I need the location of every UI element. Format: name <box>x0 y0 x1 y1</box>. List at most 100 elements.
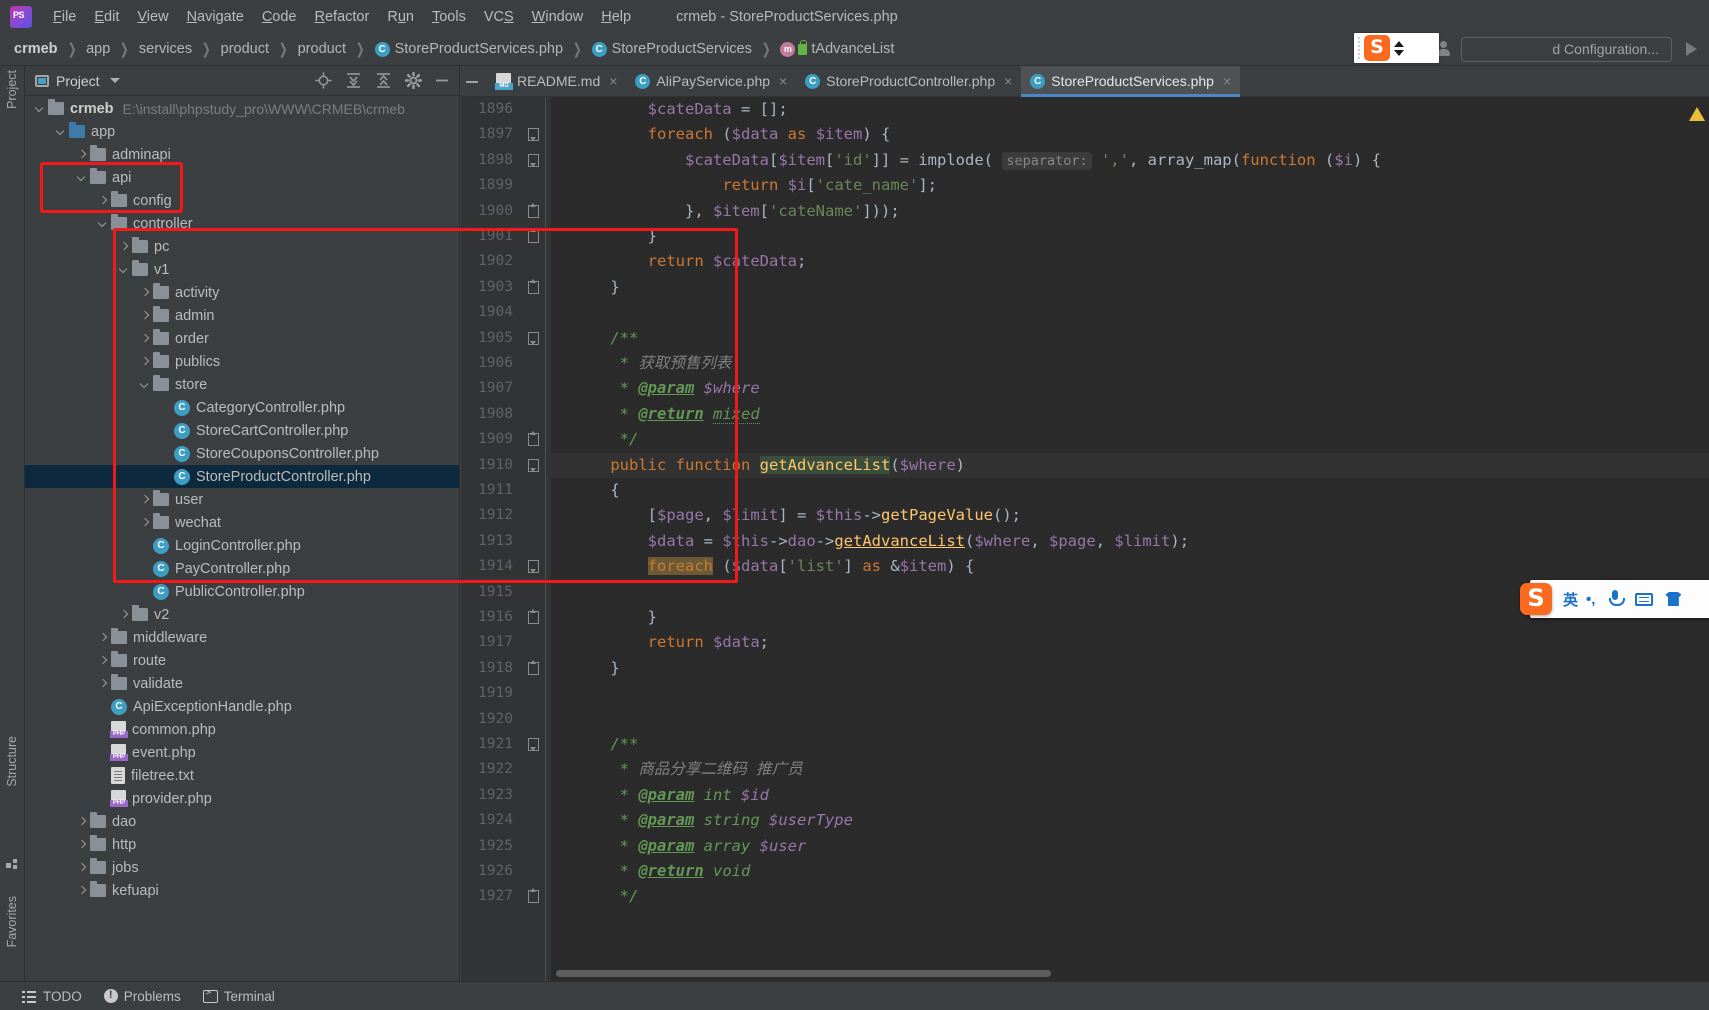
tree-node-validate[interactable]: validate <box>25 672 459 695</box>
chevron-right-icon[interactable] <box>138 355 151 368</box>
tree-node-publics[interactable]: publics <box>25 350 459 373</box>
code-line[interactable]: /** <box>551 326 1709 351</box>
tree-node-eventphp[interactable]: event.php <box>25 741 459 764</box>
code-fold-open-icon[interactable] <box>528 458 539 472</box>
code-fold-openend-icon[interactable] <box>528 659 539 675</box>
tree-node-crmeb[interactable]: crmeb E:\install\phpstudy_pro\WWW\CRMEB\c… <box>25 97 459 120</box>
sidebar-item-favorites[interactable]: Favorites <box>5 896 19 947</box>
sogou-logo-icon[interactable]: S <box>1364 35 1390 61</box>
tree-node-user[interactable]: user <box>25 488 459 511</box>
code-fold-open-icon[interactable] <box>528 331 539 345</box>
chevron-down-icon[interactable] <box>138 378 151 391</box>
chevron-right-icon[interactable] <box>117 240 130 253</box>
sogou-ime-mini-widget[interactable]: S <box>1354 33 1439 63</box>
chevron-down-icon[interactable] <box>75 171 88 184</box>
project-file-tree[interactable]: crmeb E:\install\phpstudy_pro\WWW\CRMEB\c… <box>25 97 459 981</box>
code-line[interactable] <box>551 300 1709 325</box>
close-icon[interactable]: × <box>609 73 617 89</box>
chevron-down-icon[interactable] <box>33 102 46 115</box>
tree-node-middleware[interactable]: middleware <box>25 626 459 649</box>
tree-node-dao[interactable]: dao <box>25 810 459 833</box>
tree-node-providerphp[interactable]: provider.php <box>25 787 459 810</box>
menu-item-code[interactable]: Code <box>253 6 306 28</box>
code-line[interactable]: $cateData = []; <box>551 97 1709 122</box>
chevron-right-icon[interactable] <box>96 631 109 644</box>
tree-node-v2[interactable]: v2 <box>25 603 459 626</box>
code-line[interactable]: } <box>551 656 1709 681</box>
breadcrumb-item-services[interactable]: services <box>139 41 192 57</box>
code-line[interactable]: * 获取预售列表 <box>551 351 1709 376</box>
menu-item-window[interactable]: Window <box>523 6 593 28</box>
code-line[interactable]: [$page, $limit] = $this->getPageValue(); <box>551 503 1709 528</box>
code-line[interactable]: * @return mixed <box>551 402 1709 427</box>
chevron-right-icon[interactable] <box>138 309 151 322</box>
tree-node-logincontrollerphp[interactable]: C LoginController.php <box>25 534 459 557</box>
code-line[interactable]: $data = $this->dao->getAdvanceList($wher… <box>551 529 1709 554</box>
ime-mode-label[interactable]: 英 <box>1563 589 1578 610</box>
breadcrumb-item-app[interactable]: app <box>86 41 110 57</box>
code-line[interactable]: return $data; <box>551 630 1709 655</box>
menu-item-view[interactable]: View <box>128 6 177 28</box>
tree-node-order[interactable]: order <box>25 327 459 350</box>
chevron-right-icon[interactable] <box>96 677 109 690</box>
soft-keyboard-icon[interactable] <box>1635 592 1654 606</box>
tree-node-api[interactable]: api <box>25 166 459 189</box>
close-icon[interactable]: × <box>1004 73 1012 89</box>
chevron-right-icon[interactable] <box>75 838 88 851</box>
ime-punctuation-toggle[interactable]: •, <box>1586 591 1595 608</box>
line-number-gutter[interactable]: 1896 1897 1898 1899 1900 1901 1902 1903 1904 1905… <box>461 97 551 981</box>
locate-target-icon[interactable] <box>315 72 332 89</box>
chevron-down-icon[interactable] <box>54 125 67 138</box>
tree-node-pc[interactable]: pc <box>25 235 459 258</box>
code-line[interactable]: foreach ($data['list'] as &$item) { <box>551 554 1709 579</box>
chevron-down-icon[interactable] <box>117 263 130 276</box>
menu-item-tools[interactable]: Tools <box>423 6 475 28</box>
close-icon[interactable]: × <box>1223 73 1231 89</box>
structure-blocks-icon[interactable] <box>5 856 20 871</box>
sogou-ime-toolbar[interactable]: S 英 •, <box>1520 580 1709 618</box>
code-line[interactable]: * @param $where <box>551 376 1709 401</box>
sidebar-item-project[interactable]: Project <box>5 70 19 109</box>
chevron-right-icon[interactable] <box>138 516 151 529</box>
editor-tab-storeproductcontrollerphp[interactable]: C StoreProductController.php × <box>796 66 1021 96</box>
collapse-all-icon[interactable] <box>375 72 392 89</box>
menu-item-refactor[interactable]: Refactor <box>306 6 379 28</box>
run-triangle-icon[interactable] <box>1686 42 1697 56</box>
code-line[interactable]: * 商品分享二维码 推广员 <box>551 757 1709 782</box>
tree-node-v1[interactable]: v1 <box>25 258 459 281</box>
code-fold-open-icon[interactable] <box>528 153 539 167</box>
tree-node-kefuapi[interactable]: kefuapi <box>25 879 459 902</box>
chevron-right-icon[interactable] <box>138 332 151 345</box>
tree-node-filetreetxt[interactable]: filetree.txt <box>25 764 459 787</box>
microphone-icon[interactable] <box>1608 590 1626 608</box>
chevron-down-icon[interactable] <box>96 217 109 230</box>
warning-triangle-icon[interactable] <box>1689 107 1705 121</box>
tree-node-storecouponscontrollerphp[interactable]: C StoreCouponsController.php <box>25 442 459 465</box>
horizontal-scrollbar[interactable] <box>556 970 1051 977</box>
hide-minus-icon[interactable] <box>465 73 479 90</box>
menu-item-file[interactable]: File <box>44 6 85 28</box>
code-fold-openend-icon[interactable] <box>528 609 539 624</box>
editor-tab-storeproductservicesphp[interactable]: C StoreProductServices.php × <box>1021 66 1241 97</box>
editor-tab-readmemd[interactable]: README.md × <box>487 66 626 96</box>
menu-item-vcs[interactable]: VCS <box>475 6 523 28</box>
tree-node-http[interactable]: http <box>25 833 459 856</box>
tree-node-activity[interactable]: activity <box>25 281 459 304</box>
code-line[interactable]: foreach ($data as $item) { <box>551 122 1709 147</box>
code-fold-openend-icon[interactable] <box>528 431 539 447</box>
code-line[interactable]: }, $item['cateName'])); <box>551 199 1709 224</box>
breadcrumb-item-product[interactable]: product <box>221 41 269 57</box>
code-line[interactable]: return $cateData; <box>551 249 1709 274</box>
code-fold-openend-icon[interactable] <box>528 202 539 218</box>
tree-node-paycontrollerphp[interactable]: C PayController.php <box>25 557 459 580</box>
code-line[interactable]: return $i['cate_name']; <box>551 173 1709 198</box>
breadcrumb-item-tadvancelist[interactable]: m tAdvanceList <box>780 39 894 57</box>
code-line[interactable]: * @param int $id <box>551 783 1709 808</box>
tree-node-storecartcontrollerphp[interactable]: C StoreCartController.php <box>25 419 459 442</box>
skin-shirt-icon[interactable] <box>1665 592 1682 606</box>
chevron-right-icon[interactable] <box>138 493 151 506</box>
tree-node-controller[interactable]: controller <box>25 212 459 235</box>
status-item-terminal[interactable]: Terminal <box>202 988 275 1004</box>
code-line[interactable]: public function getAdvanceList($where) <box>551 452 1709 478</box>
chevron-right-icon[interactable] <box>75 884 88 897</box>
